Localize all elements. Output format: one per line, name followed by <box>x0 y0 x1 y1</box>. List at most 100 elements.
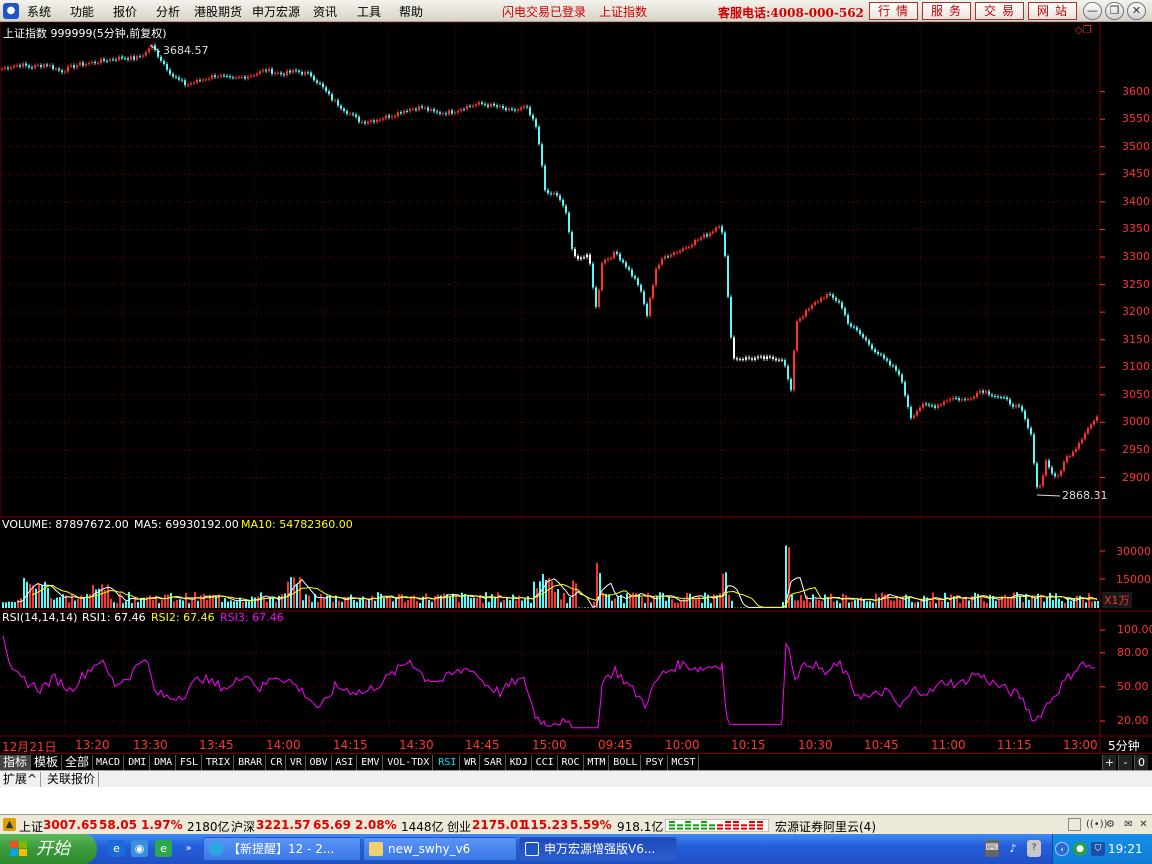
volume-bar <box>389 598 391 608</box>
ticker-network-icon[interactable]: ⚙ <box>1104 818 1117 831</box>
ticker-mail-icon[interactable]: ✉ <box>1122 818 1135 831</box>
menu-function[interactable]: 功能 <box>70 3 94 20</box>
broker-server-name[interactable]: 宏源证券阿里云(4) <box>775 818 876 835</box>
browser-icon[interactable]: ◉ <box>131 840 148 857</box>
indicator-tab-模板[interactable]: 模板 <box>31 755 63 770</box>
tray-ime-icon[interactable]: ♪ <box>1006 840 1020 857</box>
volume-bar <box>485 592 487 608</box>
indicator-tab-wr[interactable]: WR <box>461 755 481 770</box>
volume-bar <box>1049 592 1051 608</box>
quicklaunch-more-icon[interactable]: » <box>180 840 197 857</box>
tray-shield-icon[interactable]: ⛉ <box>1091 842 1105 856</box>
volume-bar <box>599 573 601 608</box>
minimize-icon[interactable]: — <box>1083 2 1102 20</box>
menu-tools[interactable]: 工具 <box>357 3 381 20</box>
service-button[interactable]: 服务 <box>922 2 971 20</box>
volume-bar <box>731 600 733 608</box>
task-swhy-app[interactable]: 申万宏源增强版V6... <box>519 837 677 861</box>
volume-bar <box>1022 601 1024 608</box>
indicator-tab-指标[interactable]: 指标 <box>0 755 32 770</box>
task-folder-swhy[interactable]: new_swhy_v6 <box>363 837 517 861</box>
volume-bar <box>497 592 499 608</box>
reset-window-button[interactable]: 0 <box>1134 755 1148 770</box>
indicator-tab-全部[interactable]: 全部 <box>62 755 94 770</box>
close-icon[interactable]: ✕ <box>1127 2 1146 20</box>
quote-button[interactable]: 行情 <box>869 2 918 20</box>
indicator-tab-macd[interactable]: MACD <box>93 755 125 770</box>
indicator-tab-vr[interactable]: VR <box>287 755 306 770</box>
indicator-tab-kdj[interactable]: KDJ <box>507 755 532 770</box>
volume-bar <box>170 593 172 608</box>
indicator-tab-mtm[interactable]: MTM <box>584 755 610 770</box>
360-browser-icon[interactable]: e <box>155 840 172 857</box>
taskbar-clock[interactable]: 19:21 <box>1108 842 1143 856</box>
fast-trade-login-status[interactable]: 闪电交易已登录 <box>502 3 586 20</box>
volume-bar <box>890 600 892 608</box>
website-button[interactable]: 网站 <box>1028 2 1077 20</box>
indicator-tab-obv[interactable]: OBV <box>307 755 332 770</box>
indicator-tab-brar[interactable]: BRAR <box>235 755 267 770</box>
volume-bar <box>59 596 61 608</box>
chart-settings-icon[interactable]: ◇❐ <box>1075 25 1092 36</box>
indicator-tab-emv[interactable]: EMV <box>358 755 384 770</box>
ticker-lock-icon[interactable]: ▲ <box>3 818 16 831</box>
period-label[interactable]: 5分钟 <box>1108 737 1140 754</box>
menu-system[interactable]: 系统 <box>27 3 51 20</box>
ticker-signal-icon[interactable]: ((•)) <box>1086 818 1108 831</box>
trade-button[interactable]: 交易 <box>975 2 1024 20</box>
menu-swhy[interactable]: 申万宏源 <box>252 3 300 20</box>
volume-bar <box>1091 601 1093 608</box>
volume-bar <box>671 599 673 608</box>
ie-icon[interactable]: e <box>108 840 125 857</box>
kline-chart[interactable] <box>0 22 1152 752</box>
related-quote-tab[interactable]: 关联报价 <box>44 772 100 787</box>
indicator-tab-cr[interactable]: CR <box>267 755 287 770</box>
add-window-button[interactable]: + <box>1102 755 1116 770</box>
volume-bar <box>1097 600 1099 608</box>
tray-help-icon[interactable]: ? <box>1027 840 1041 857</box>
tray-arrow-icon[interactable]: ‹ <box>1055 842 1069 856</box>
volume-bar <box>512 594 514 608</box>
indicator-tab-fsl[interactable]: FSL <box>177 755 203 770</box>
restore-icon[interactable]: ❐ <box>1105 2 1124 20</box>
indicator-tab-sar[interactable]: SAR <box>481 755 506 770</box>
indicator-tab-trix[interactable]: TRIX <box>203 755 234 770</box>
start-button[interactable]: 开始 <box>0 834 97 864</box>
tray-keyboard-icon[interactable]: ⌨ <box>985 840 999 857</box>
volume-bars <box>2 545 1099 609</box>
indicator-tab-boll[interactable]: BOLL <box>610 755 642 770</box>
indicator-tab-cci[interactable]: CCI <box>533 755 558 770</box>
chart-area[interactable]: 上证指数 999999(5分钟,前复权) ◇❐ 3684.57 2868.31 … <box>0 22 1152 754</box>
price-tick-label: 3600 <box>1122 84 1150 98</box>
volume-bar <box>1058 598 1060 608</box>
indicator-tab-mcst[interactable]: MCST <box>668 755 700 770</box>
indicator-tab-roc[interactable]: ROC <box>559 755 584 770</box>
indicator-tab-rsi[interactable]: RSI <box>435 755 461 770</box>
indicator-tab-dmi[interactable]: DMI <box>125 755 151 770</box>
indicator-tab-asi[interactable]: ASI <box>332 755 358 770</box>
tray-360-icon[interactable]: ● <box>1073 842 1087 856</box>
indicator-tab-psy[interactable]: PSY <box>643 755 668 770</box>
expand-tab[interactable]: 扩展^ <box>0 772 42 787</box>
menu-news[interactable]: 资讯 <box>313 3 337 20</box>
led-segment <box>733 827 739 830</box>
remove-window-button[interactable]: - <box>1118 755 1132 770</box>
volume-bar <box>239 597 241 608</box>
menu-hk-futures[interactable]: 港股期货 <box>194 3 242 20</box>
volume-bar <box>677 602 679 608</box>
volume-bar <box>29 583 31 608</box>
ticker-window-icon[interactable] <box>1068 818 1081 831</box>
volume-bar <box>161 599 163 608</box>
app-logo-icon[interactable]: ● <box>3 3 19 19</box>
volume-bar <box>401 594 403 608</box>
task-browser-reminder[interactable]: 【新提醒】12 - 2... <box>203 837 361 861</box>
volume-bar <box>998 600 1000 608</box>
menu-help[interactable]: 帮助 <box>399 3 423 20</box>
indicator-tab-vol-tdx[interactable]: VOL-TDX <box>384 755 434 770</box>
menu-quote[interactable]: 报价 <box>113 3 137 20</box>
menu-analysis[interactable]: 分析 <box>156 3 180 20</box>
current-security-name: 上证指数 <box>599 5 648 19</box>
volume-bar <box>521 600 523 608</box>
ticker-close-icon[interactable]: ✕ <box>1137 818 1150 831</box>
indicator-tab-dma[interactable]: DMA <box>151 755 177 770</box>
